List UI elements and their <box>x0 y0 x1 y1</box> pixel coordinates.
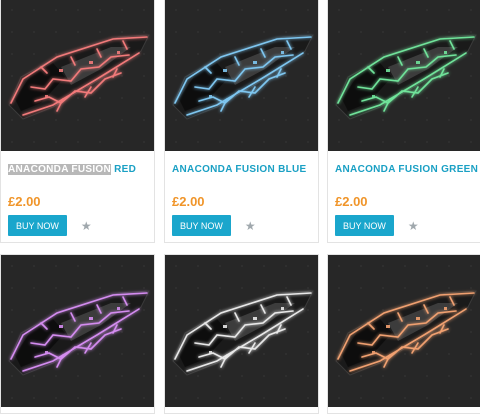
ship-illustration <box>335 290 477 376</box>
title-text: ANACONDA FUSION BLUE <box>172 164 307 175</box>
buy-now-button[interactable]: BUY NOW <box>172 215 231 236</box>
product-info: ANACONDA FUSION RED £2.00 BUY NOW ★ <box>1 163 154 236</box>
buy-now-button[interactable]: BUY NOW <box>335 215 394 236</box>
selected-title-text: ANACONDA FUSION <box>8 164 112 175</box>
product-image[interactable] <box>165 255 318 407</box>
product-title[interactable]: ANACONDA FUSION BLUE <box>172 163 311 176</box>
product-card: ANACONDA FUSION GREEN £2.00 BUY NOW ★ <box>327 0 480 243</box>
title-text: RED <box>111 164 137 175</box>
product-price: £2.00 <box>8 194 41 209</box>
product-card <box>327 254 480 414</box>
product-actions: BUY NOW ★ <box>172 215 311 236</box>
product-price: £2.00 <box>335 194 368 209</box>
product-price: £2.00 <box>172 194 205 209</box>
ship-illustration <box>335 34 477 120</box>
product-info: ANACONDA FUSION GREEN £2.00 BUY NOW ★ <box>328 163 480 236</box>
title-text: ANACONDA FUSION GREEN <box>335 164 479 175</box>
product-card: ANACONDA FUSION RED £2.00 BUY NOW ★ <box>0 0 155 243</box>
product-card <box>164 254 319 414</box>
product-image[interactable] <box>328 0 480 151</box>
product-image[interactable] <box>1 255 154 407</box>
star-icon[interactable]: ★ <box>81 220 92 232</box>
ship-illustration <box>8 34 150 120</box>
product-info: ANACONDA FUSION BLUE £2.00 BUY NOW ★ <box>165 163 318 236</box>
product-card <box>0 254 155 414</box>
buy-now-button[interactable]: BUY NOW <box>8 215 67 236</box>
product-actions: BUY NOW ★ <box>8 215 147 236</box>
product-image[interactable] <box>328 255 480 407</box>
product-title[interactable]: ANACONDA FUSION GREEN <box>335 163 478 176</box>
product-title[interactable]: ANACONDA FUSION RED <box>8 163 147 176</box>
star-icon[interactable]: ★ <box>408 220 419 232</box>
product-actions: BUY NOW ★ <box>335 215 474 236</box>
ship-illustration <box>172 290 314 376</box>
product-card: ANACONDA FUSION BLUE £2.00 BUY NOW ★ <box>164 0 319 243</box>
ship-illustration <box>172 34 314 120</box>
star-icon[interactable]: ★ <box>245 220 256 232</box>
product-image[interactable] <box>1 0 154 151</box>
ship-illustration <box>8 290 150 376</box>
product-image[interactable] <box>165 0 318 151</box>
